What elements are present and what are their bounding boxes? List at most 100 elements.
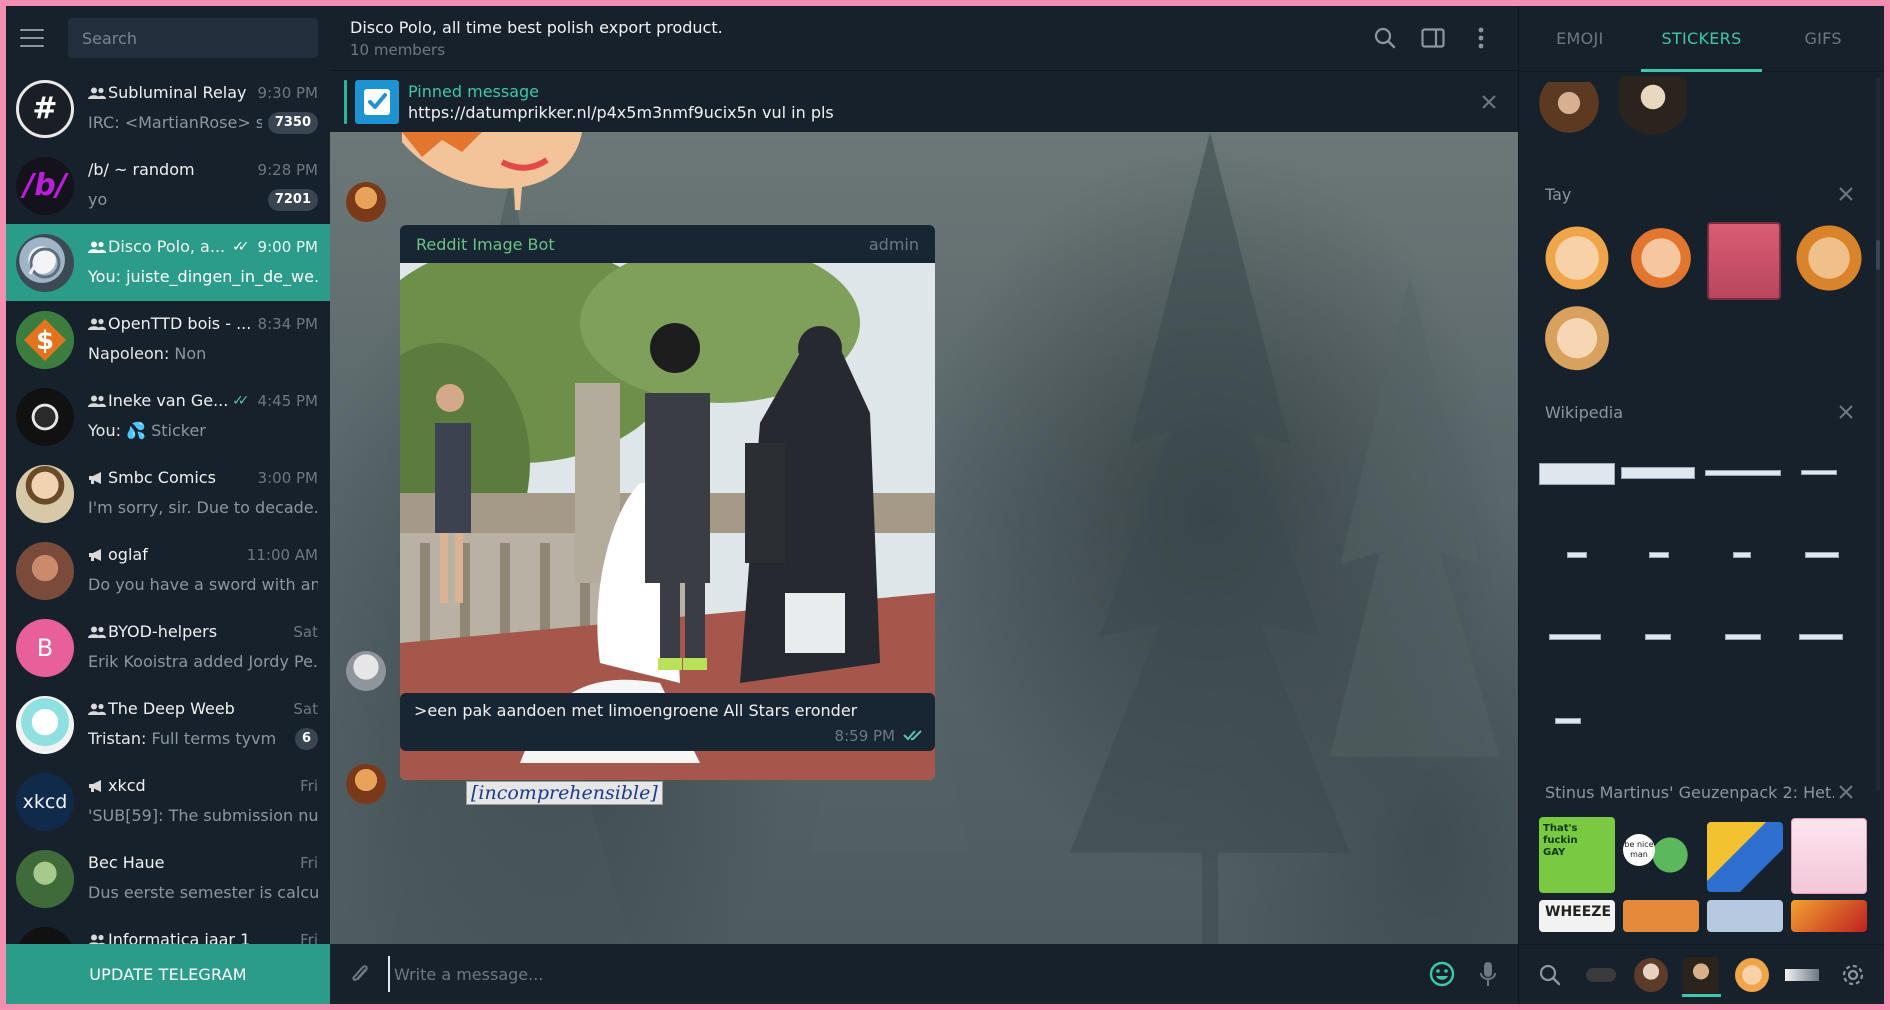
wiki-sticker-when[interactable] bbox=[1567, 552, 1587, 558]
preview-text: Full terms tyvm bbox=[151, 729, 277, 748]
sticker-pepe-be-nice[interactable]: be nice man bbox=[1623, 822, 1699, 888]
chat-name: /b/ ~ random bbox=[88, 160, 195, 179]
megaphone-icon bbox=[88, 779, 108, 793]
paperclip-icon[interactable] bbox=[342, 956, 378, 992]
pinned-message-bar[interactable]: Pinned message https://datumprikker.nl/p… bbox=[330, 70, 1518, 132]
sticker-set-thumb-active[interactable] bbox=[1680, 953, 1722, 997]
sticker-set-thumb[interactable] bbox=[1579, 953, 1621, 997]
wiki-sticker-incomprehensible[interactable] bbox=[1799, 634, 1843, 640]
chat-time: 9:28 PM bbox=[257, 160, 318, 179]
message-author[interactable]: Reddit Image Bot bbox=[416, 235, 555, 254]
chat-item-oglaf[interactable]: oglaf 11:00 AM Do you have a sword with … bbox=[6, 532, 330, 609]
wiki-sticker-citation-needed[interactable] bbox=[1539, 463, 1615, 485]
chat-preview: Erik Kooistra added Jordy Pe... bbox=[88, 652, 318, 671]
sender-avatar[interactable] bbox=[346, 764, 386, 804]
pinned-url[interactable]: https://datumprikker.nl/p4x5m3nmf9ucix5n… bbox=[408, 103, 1474, 122]
sticker-wheeze[interactable]: WHEEZE bbox=[1539, 900, 1615, 932]
tab-emoji[interactable]: EMOJI bbox=[1519, 6, 1641, 71]
sidebar-toggle-icon[interactable] bbox=[1416, 21, 1450, 55]
wiki-sticker-who-said-this[interactable] bbox=[1805, 552, 1839, 558]
emoji-icon[interactable] bbox=[1424, 956, 1460, 992]
sticker-set-title: Wikipedia bbox=[1545, 402, 1624, 422]
chat-title[interactable]: Disco Polo, all time best polish export … bbox=[350, 18, 1354, 37]
chat-name: Subluminal Relay bbox=[108, 83, 247, 102]
sticker-scroll-area[interactable]: Tay Wikipedia Stinus Martinus' Geuzenpac… bbox=[1519, 72, 1884, 944]
group-icon bbox=[88, 318, 108, 330]
message-input[interactable] bbox=[388, 956, 1424, 992]
sticker[interactable] bbox=[1539, 82, 1599, 142]
close-icon[interactable] bbox=[1474, 87, 1504, 117]
wiki-sticker-weasel[interactable] bbox=[1645, 634, 1671, 640]
search-icon[interactable] bbox=[1368, 21, 1402, 55]
incomprehensible-sticker[interactable]: [incomprehensible] bbox=[466, 781, 663, 805]
search-box[interactable] bbox=[68, 18, 318, 58]
sticker-set-title: Stinus Martinus' Geuzenpack 2: Het... bbox=[1545, 782, 1834, 802]
chat-name: Bec Haue bbox=[88, 853, 165, 872]
chat-item-disco-polo[interactable]: Disco Polo, a... ✓✓ 9:00 PM You: juiste_… bbox=[6, 224, 330, 301]
chat-item-bec-haue[interactable]: Bec Haue Fri Dus eerste semester is calc… bbox=[6, 840, 330, 917]
wiki-sticker[interactable] bbox=[1705, 470, 1781, 476]
chat-name: oglaf bbox=[108, 545, 148, 564]
sticker[interactable] bbox=[1619, 76, 1687, 146]
tab-gifs[interactable]: GIFS bbox=[1762, 6, 1884, 71]
message-history[interactable]: Reddit Image Bot admin >een pak aandoen … bbox=[330, 132, 1518, 944]
wiki-sticker-unreliable[interactable] bbox=[1725, 634, 1761, 640]
sticker-fragment[interactable] bbox=[402, 132, 592, 214]
chat-item-xkcd[interactable]: xkcd xkcd Fri 'SUB[59]: The submission n… bbox=[6, 763, 330, 840]
scrollbar-thumb[interactable] bbox=[1876, 240, 1880, 270]
sticker-thats-fuckin-gay[interactable]: That's fuckin GAY bbox=[1539, 817, 1615, 893]
close-icon[interactable] bbox=[1834, 400, 1858, 424]
avatar-initial: xkcd bbox=[22, 790, 68, 813]
close-icon[interactable] bbox=[1834, 182, 1858, 206]
sticker[interactable] bbox=[1539, 304, 1615, 380]
group-icon bbox=[88, 703, 108, 715]
search-input[interactable] bbox=[82, 28, 304, 48]
wiki-sticker-dubious[interactable] bbox=[1555, 718, 1581, 724]
sticker[interactable] bbox=[1707, 222, 1781, 300]
sticker[interactable] bbox=[1707, 900, 1783, 932]
avatar: $ bbox=[16, 310, 74, 369]
chat-preview: You: 💦 Sticker bbox=[88, 421, 318, 440]
chat-item-informatica-jaar-1[interactable]: ✕ Informatica jaar 1 Fri bbox=[6, 917, 330, 944]
sticker-set-thumb[interactable] bbox=[1630, 953, 1672, 997]
wiki-sticker[interactable] bbox=[1801, 470, 1837, 475]
text-message[interactable]: >een pak aandoen met limoengroene All St… bbox=[400, 693, 935, 751]
sticker[interactable] bbox=[1791, 900, 1867, 932]
chat-time: Sat bbox=[293, 622, 318, 641]
wiki-sticker-who[interactable] bbox=[1733, 552, 1751, 558]
avatar: # bbox=[16, 79, 74, 138]
sticker[interactable] bbox=[1539, 220, 1615, 296]
bot-avatar[interactable] bbox=[346, 651, 386, 691]
sticker[interactable] bbox=[1707, 822, 1783, 892]
scrollbar-track[interactable] bbox=[1876, 77, 1880, 791]
close-icon[interactable] bbox=[1834, 780, 1858, 804]
chat-item-the-deep-weeb[interactable]: The Deep Weeb Sat Tristan: Full terms ty… bbox=[6, 686, 330, 763]
hamburger-menu-icon[interactable] bbox=[20, 21, 54, 55]
chat-item-openttd[interactable]: $ OpenTTD bois - ... 8:34 PM Napoleon: N… bbox=[6, 301, 330, 378]
sticker-set-thumb[interactable] bbox=[1731, 953, 1773, 997]
sticker-caption: That's fuckin GAY bbox=[1543, 823, 1578, 858]
tab-stickers[interactable]: STICKERS bbox=[1640, 6, 1763, 72]
gear-icon[interactable] bbox=[1832, 953, 1874, 997]
chat-item-byod-helpers[interactable]: B BYOD-helpers Sat Erik Kooistra added J… bbox=[6, 609, 330, 686]
sticker[interactable] bbox=[1791, 818, 1867, 894]
update-telegram-button[interactable]: UPDATE TELEGRAM bbox=[6, 944, 330, 1004]
wiki-sticker[interactable] bbox=[1621, 467, 1695, 479]
search-icon[interactable] bbox=[1529, 953, 1571, 997]
chat-item-subluminal-relay[interactable]: # Subluminal Relay 9:30 PM IRC: <Martian… bbox=[6, 70, 330, 147]
sticker[interactable] bbox=[1623, 900, 1699, 932]
wiki-sticker-vague[interactable] bbox=[1649, 552, 1669, 558]
group-icon bbox=[88, 87, 108, 99]
chat-name: The Deep Weeb bbox=[108, 699, 235, 718]
wiki-sticker-copyright[interactable] bbox=[1549, 634, 1601, 640]
sender-avatar[interactable] bbox=[346, 182, 386, 222]
chat-item-smbc-comics[interactable]: Smbc Comics 3:00 PM I'm sorry, sir. Due … bbox=[6, 455, 330, 532]
sticker[interactable] bbox=[1623, 220, 1699, 296]
more-vertical-icon[interactable] bbox=[1464, 21, 1498, 55]
sticker-set-thumb[interactable] bbox=[1781, 953, 1823, 997]
microphone-icon[interactable] bbox=[1470, 956, 1506, 992]
sticker[interactable] bbox=[1791, 220, 1867, 296]
chat-item-b-random[interactable]: /b/ /b/ ~ random 9:28 PM yo 7201 bbox=[6, 147, 330, 224]
message-time: 8:59 PM bbox=[834, 726, 895, 745]
chat-item-ineke[interactable]: Ineke van Ge... ✓✓ 4:45 PM You: 💦 Sticke… bbox=[6, 378, 330, 455]
